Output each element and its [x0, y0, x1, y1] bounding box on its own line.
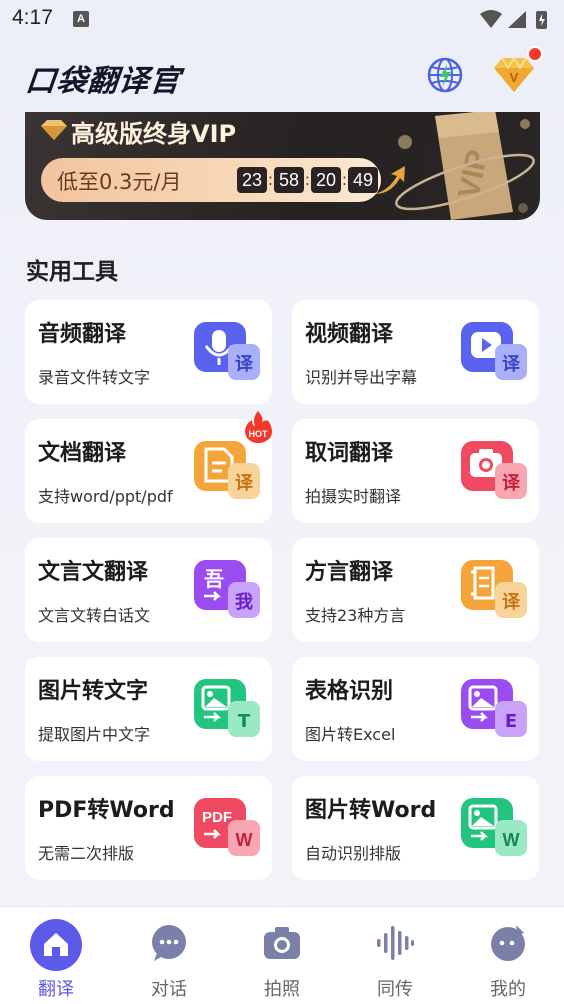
sound-wave-icon — [377, 926, 414, 960]
svg-text:W: W — [236, 830, 253, 850]
countdown-minutes: 58 — [274, 167, 304, 193]
dialect-translate-icon: 译 — [461, 560, 527, 618]
tool-card-table-recognition[interactable]: 表格识别 图片转Excel E — [292, 657, 539, 761]
classical-chinese-icon: 吾 我 — [194, 560, 260, 618]
video-translate-icon: 译 — [461, 322, 527, 380]
tool-title: PDF转Word — [38, 798, 175, 823]
price-pill[interactable]: 低至0.3元/月 23 : 58 : 20 : 49 — [41, 158, 381, 202]
nav-item-interpret[interactable]: 同传 — [339, 907, 451, 1004]
tool-card-document-translate[interactable]: 文档翻译 支持word/ppt/pdf 译 — [25, 419, 272, 523]
svg-text:E: E — [505, 711, 517, 732]
tool-subtitle: 文言文转白话文 — [38, 606, 151, 625]
tool-card-camera-translate[interactable]: 取词翻译 拍摄实时翻译 译 — [292, 419, 539, 523]
tool-card-dialect-translate[interactable]: 方言翻译 支持23种方言 译 — [292, 538, 539, 642]
price-text: 低至0.3元/月 — [57, 170, 182, 194]
image-to-text-icon: T — [194, 679, 260, 737]
audio-translate-icon: 译 — [194, 322, 260, 380]
notification-icon: A — [73, 11, 89, 27]
tool-subtitle: 提取图片中文字 — [38, 725, 151, 744]
tool-card-video-translate[interactable]: 视频翻译 识别并导出字幕 译 — [292, 300, 539, 404]
camera-icon — [264, 927, 300, 959]
countdown-timer: 23 : 58 : 20 : 49 — [237, 167, 378, 193]
globe-icon[interactable] — [426, 56, 464, 94]
tool-card-classical-chinese[interactable]: 文言文翻译 文言文转白话文 吾 我 — [25, 538, 272, 642]
tool-subtitle: 支持23种方言 — [305, 606, 406, 625]
nav-label: 拍照 — [264, 979, 300, 1000]
tool-subtitle: 录音文件转文字 — [38, 368, 151, 387]
tool-title: 视频翻译 — [305, 322, 394, 347]
nav-label: 同传 — [377, 979, 413, 1000]
vip-banner[interactable]: 高级版终身VIP 低至0.3元/月 23 : 58 : 20 : 49 VIP — [25, 112, 540, 220]
svg-text:我: 我 — [235, 592, 253, 613]
nav-item-translate[interactable]: 翻译 — [0, 907, 112, 1004]
bottom-nav: 翻译 对话 拍照 同传 我的 — [0, 906, 564, 1004]
countdown-separator: : — [341, 170, 348, 189]
tool-title: 图片转Word — [305, 798, 437, 823]
signal-icon — [508, 11, 526, 28]
tool-title: 取词翻译 — [305, 441, 394, 466]
status-bar: 4:17 A — [0, 0, 564, 38]
status-time: 4:17 — [12, 6, 53, 29]
svg-text:T: T — [238, 711, 251, 732]
svg-text:吾: 吾 — [204, 567, 224, 591]
countdown-separator: : — [267, 170, 274, 189]
svg-text:V: V — [510, 70, 519, 85]
tool-card-image-to-word[interactable]: 图片转Word 自动识别排版 W — [292, 776, 539, 880]
app-title: 口袋翻译官 — [23, 64, 183, 99]
countdown-separator: : — [304, 170, 311, 189]
tool-subtitle: 自动识别排版 — [305, 844, 402, 863]
svg-text:译: 译 — [502, 592, 521, 613]
section-title: 实用工具 — [26, 259, 118, 285]
countdown-seconds: 20 — [311, 167, 341, 193]
notification-dot — [527, 46, 543, 62]
crown-icon — [41, 120, 67, 140]
countdown-hours: 23 — [237, 167, 267, 193]
tool-subtitle: 无需二次排版 — [38, 844, 135, 863]
nav-label: 我的 — [490, 979, 526, 1000]
svg-text:W: W — [503, 830, 520, 850]
tool-title: 表格识别 — [305, 679, 394, 704]
tool-card-image-to-text[interactable]: 图片转文字 提取图片中文字 T — [25, 657, 272, 761]
pdf-to-word-icon: PDF W — [194, 798, 260, 856]
hot-badge-icon: HOT — [245, 411, 272, 444]
tool-title: 文言文翻译 — [38, 560, 149, 585]
nav-item-chat[interactable]: 对话 — [113, 907, 225, 1004]
nav-label: 翻译 — [38, 979, 74, 1000]
svg-text:译: 译 — [235, 473, 254, 494]
tool-subtitle: 拍摄实时翻译 — [305, 487, 402, 506]
tool-card-pdf-to-word[interactable]: PDF转Word 无需二次排版 PDF W — [25, 776, 272, 880]
tool-title: 图片转文字 — [38, 679, 149, 704]
svg-text:译: 译 — [502, 354, 521, 375]
tool-title: 方言翻译 — [305, 560, 394, 585]
tool-subtitle: 识别并导出字幕 — [305, 368, 418, 387]
tool-card-audio-translate[interactable]: 音频翻译 录音文件转文字 译 — [25, 300, 272, 404]
nav-item-profile[interactable]: 我的 — [452, 907, 564, 1004]
vip-card-art: VIP — [395, 112, 535, 220]
table-recognition-icon: E — [461, 679, 527, 737]
tool-title: 文档翻译 — [38, 441, 127, 466]
nav-label: 对话 — [151, 979, 187, 1000]
svg-text:译: 译 — [235, 354, 254, 375]
tool-subtitle: 图片转Excel — [305, 725, 396, 744]
profile-icon — [491, 925, 525, 961]
nav-item-camera[interactable]: 拍照 — [226, 907, 338, 1004]
svg-text:HOT: HOT — [249, 429, 269, 439]
camera-translate-icon: 译 — [461, 441, 527, 499]
vip-title: 高级版终身VIP — [71, 120, 237, 148]
svg-text:译: 译 — [502, 473, 521, 494]
image-to-word-icon: W — [461, 798, 527, 856]
tool-subtitle: 支持word/ppt/pdf — [38, 487, 173, 506]
wifi-icon — [480, 10, 502, 28]
chat-icon — [152, 925, 186, 961]
document-translate-icon: 译 — [194, 441, 260, 499]
tool-title: 音频翻译 — [38, 322, 127, 347]
svg-text:PDF: PDF — [202, 809, 232, 826]
home-icon — [30, 919, 82, 971]
status-icons — [480, 10, 547, 29]
